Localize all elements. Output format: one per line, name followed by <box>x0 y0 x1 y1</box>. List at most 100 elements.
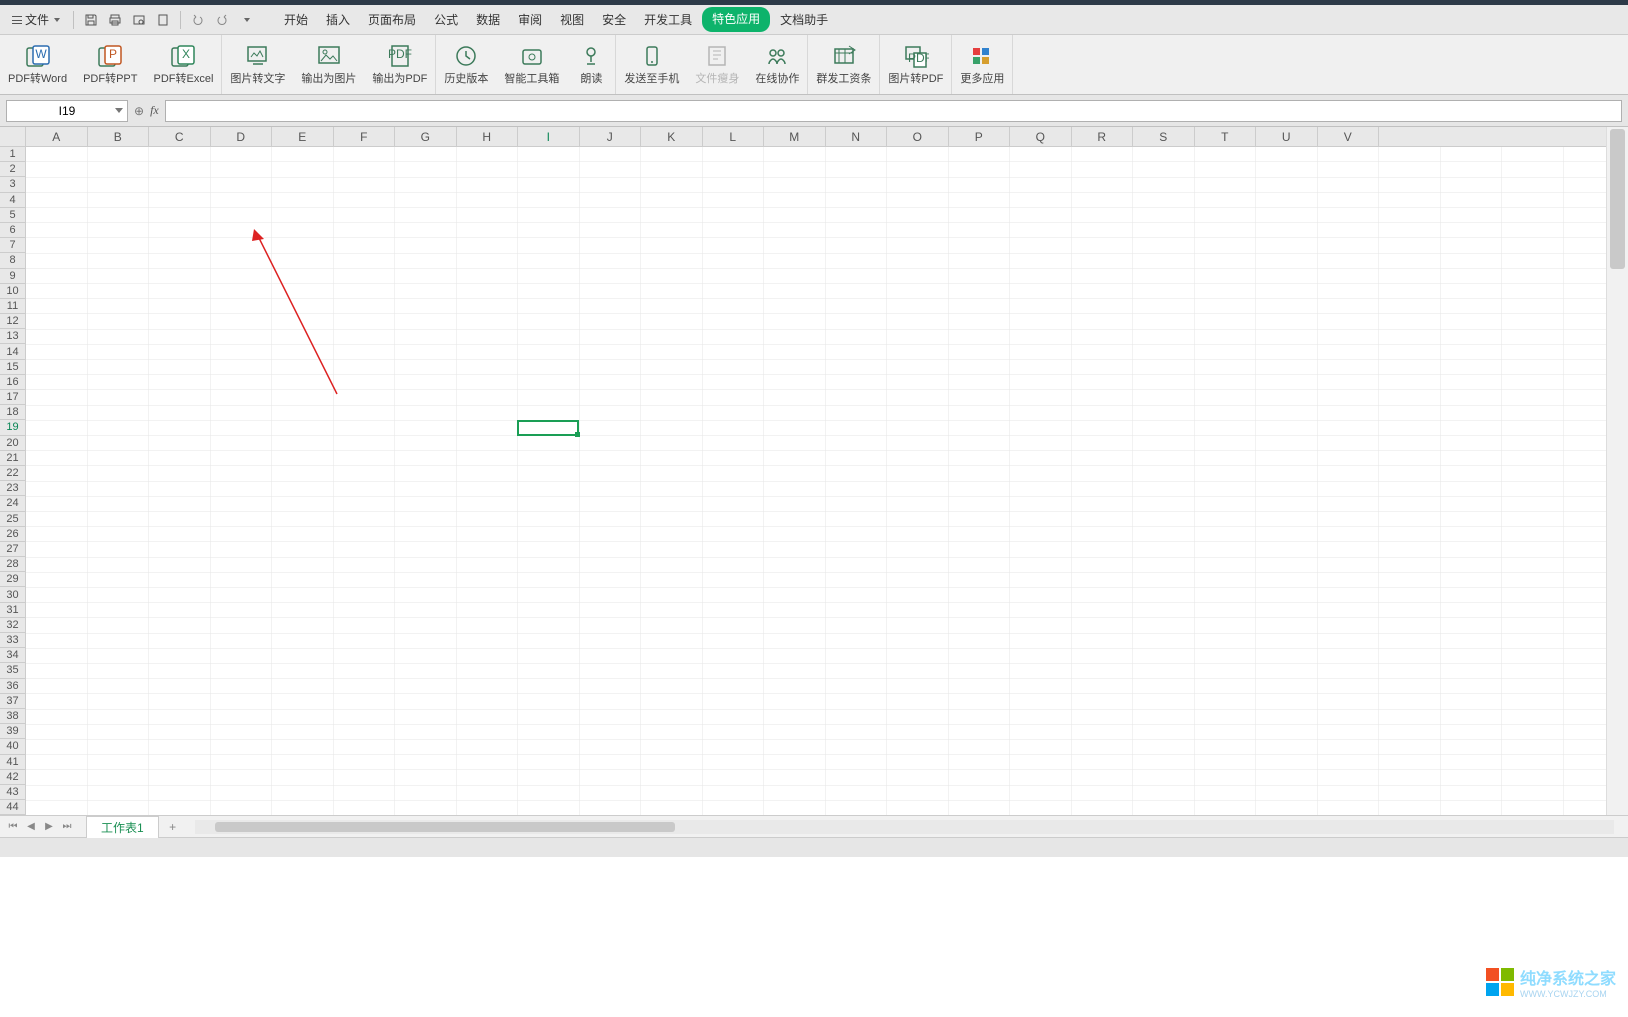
ribbon-tab-8[interactable]: 开发工具 <box>636 7 700 32</box>
row-header[interactable]: 18 <box>0 405 25 420</box>
column-header[interactable]: T <box>1195 127 1257 146</box>
redo-button[interactable] <box>212 10 232 30</box>
row-header[interactable]: 32 <box>0 618 25 633</box>
row-header[interactable]: 39 <box>0 724 25 739</box>
row-header[interactable]: 21 <box>0 451 25 466</box>
horizontal-scrollbar[interactable] <box>195 820 1614 834</box>
column-header[interactable]: Q <box>1010 127 1072 146</box>
last-sheet-button[interactable]: ⏭ <box>60 820 74 834</box>
row-header[interactable]: 14 <box>0 344 25 359</box>
row-header[interactable]: 44 <box>0 800 25 815</box>
column-header[interactable]: N <box>826 127 888 146</box>
row-header[interactable]: 2 <box>0 162 25 177</box>
send-phone-button[interactable]: 发送至手机 <box>616 35 687 94</box>
row-header[interactable]: 36 <box>0 679 25 694</box>
ribbon-tab-2[interactable]: 页面布局 <box>360 7 424 32</box>
ribbon-tab-7[interactable]: 安全 <box>594 7 634 32</box>
cell-grid[interactable] <box>26 147 1606 815</box>
row-header[interactable]: 27 <box>0 542 25 557</box>
row-header[interactable]: 8 <box>0 253 25 268</box>
selected-cell[interactable] <box>517 420 579 436</box>
column-header[interactable]: B <box>88 127 150 146</box>
row-header[interactable]: 20 <box>0 436 25 451</box>
row-header[interactable]: 30 <box>0 587 25 602</box>
row-header[interactable]: 12 <box>0 314 25 329</box>
column-header[interactable]: C <box>149 127 211 146</box>
column-header[interactable]: A <box>26 127 88 146</box>
smart-tools-button[interactable]: 智能工具箱 <box>496 35 567 94</box>
row-header[interactable]: 3 <box>0 177 25 192</box>
column-header[interactable]: S <box>1133 127 1195 146</box>
row-header[interactable]: 19 <box>0 420 25 435</box>
row-header[interactable]: 22 <box>0 466 25 481</box>
row-header[interactable]: 10 <box>0 284 25 299</box>
formula-input[interactable] <box>165 100 1622 122</box>
collab-button[interactable]: 在线协作 <box>747 35 807 94</box>
scrollbar-thumb[interactable] <box>1610 129 1625 269</box>
column-header[interactable]: U <box>1256 127 1318 146</box>
row-header[interactable]: 41 <box>0 755 25 770</box>
first-sheet-button[interactable]: ⏮ <box>6 820 20 834</box>
row-header[interactable]: 26 <box>0 527 25 542</box>
fx-icon[interactable]: fx <box>150 103 159 118</box>
ribbon-tab-4[interactable]: 数据 <box>468 7 508 32</box>
sheet-tab-1[interactable]: 工作表1 <box>86 816 159 838</box>
row-header[interactable]: 23 <box>0 481 25 496</box>
page-setup-button[interactable] <box>153 10 173 30</box>
row-header[interactable]: 5 <box>0 208 25 223</box>
undo-button[interactable] <box>188 10 208 30</box>
name-box[interactable]: I19 <box>6 100 128 122</box>
column-header[interactable]: L <box>703 127 765 146</box>
add-sheet-button[interactable]: + <box>165 819 181 835</box>
file-menu[interactable]: 文件 <box>6 8 66 31</box>
row-header[interactable]: 13 <box>0 329 25 344</box>
row-header[interactable]: 37 <box>0 694 25 709</box>
more-apps-button[interactable]: 更多应用 <box>952 35 1012 94</box>
column-header[interactable]: H <box>457 127 519 146</box>
quick-access-dropdown[interactable] <box>236 10 256 30</box>
row-header[interactable]: 16 <box>0 375 25 390</box>
print-button[interactable] <box>105 10 125 30</box>
row-header[interactable]: 15 <box>0 360 25 375</box>
zoom-icon[interactable]: ⊕ <box>134 104 144 118</box>
column-header[interactable]: O <box>887 127 949 146</box>
ribbon-tab-3[interactable]: 公式 <box>426 7 466 32</box>
row-header[interactable]: 4 <box>0 193 25 208</box>
save-button[interactable] <box>81 10 101 30</box>
payslip-button[interactable]: 群发工资条 <box>808 35 879 94</box>
column-header[interactable]: V <box>1318 127 1380 146</box>
row-header[interactable]: 1 <box>0 147 25 162</box>
column-header[interactable]: D <box>211 127 273 146</box>
row-header[interactable]: 28 <box>0 557 25 572</box>
fill-handle[interactable] <box>575 432 580 437</box>
column-header[interactable]: K <box>641 127 703 146</box>
row-header[interactable]: 33 <box>0 633 25 648</box>
row-header[interactable]: 7 <box>0 238 25 253</box>
row-header[interactable]: 38 <box>0 709 25 724</box>
ribbon-tab-0[interactable]: 开始 <box>276 7 316 32</box>
row-header[interactable]: 24 <box>0 496 25 511</box>
row-header[interactable]: 35 <box>0 663 25 678</box>
row-header[interactable]: 9 <box>0 269 25 284</box>
read-aloud-button[interactable]: 朗读 <box>567 35 615 94</box>
row-header[interactable]: 40 <box>0 739 25 754</box>
row-header[interactable]: 6 <box>0 223 25 238</box>
column-header[interactable]: F <box>334 127 396 146</box>
column-header[interactable]: J <box>580 127 642 146</box>
ribbon-tab-1[interactable]: 插入 <box>318 7 358 32</box>
image-to-pdf-button[interactable]: PDF图片转PDF <box>880 35 951 94</box>
column-header[interactable]: G <box>395 127 457 146</box>
pdf-to-excel-button[interactable]: XPDF转Excel <box>146 35 222 94</box>
column-header[interactable]: I <box>518 127 580 146</box>
pdf-to-ppt-button[interactable]: PPDF转PPT <box>75 35 145 94</box>
next-sheet-button[interactable]: ▶ <box>42 820 56 834</box>
column-header[interactable]: M <box>764 127 826 146</box>
ribbon-tab-5[interactable]: 审阅 <box>510 7 550 32</box>
export-pdf-button[interactable]: PDF输出为PDF <box>364 35 435 94</box>
column-header[interactable]: E <box>272 127 334 146</box>
row-header[interactable]: 29 <box>0 572 25 587</box>
column-header[interactable]: R <box>1072 127 1134 146</box>
image-to-text-button[interactable]: 图片转文字 <box>222 35 293 94</box>
row-header[interactable]: 43 <box>0 785 25 800</box>
select-all-corner[interactable] <box>0 127 26 147</box>
